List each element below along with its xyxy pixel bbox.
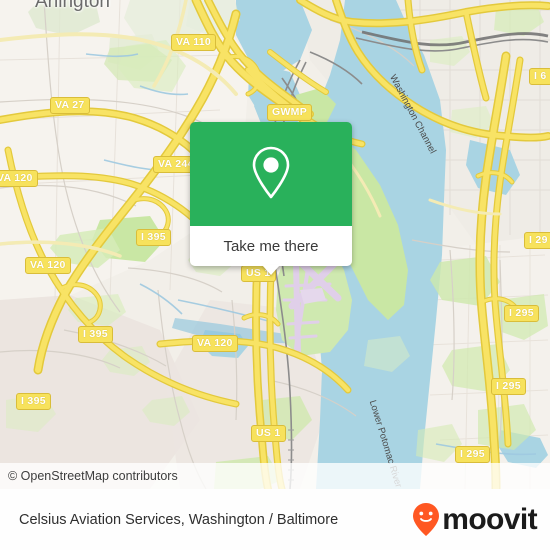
moovit-smile-pin-icon (413, 502, 440, 536)
place-label-arlington: Arlington (35, 0, 110, 12)
road-shield-va-110: VA 110 (171, 34, 217, 51)
road-shield-i-295-s: I 295 (455, 446, 490, 463)
popup-tail (262, 265, 280, 275)
map-canvas[interactable]: Arlington Washington Channel Lower Potom… (0, 0, 550, 489)
road-shield-i-395-c: I 395 (78, 326, 113, 343)
road-shield-va-120-w: VA 120 (25, 257, 71, 274)
road-shield-gwmp: GWMP (267, 104, 313, 121)
moovit-wordmark: moovit (442, 502, 537, 536)
take-me-there-label: Take me there (223, 237, 319, 255)
popup-pin-area (190, 122, 352, 226)
road-shield-va-120-nw: VA 120 (0, 170, 38, 187)
road-shield-i-295-n: I 295 (504, 305, 539, 322)
map-attribution: © OpenStreetMap contributors (0, 463, 550, 489)
map-pin-icon (252, 146, 290, 199)
location-popup-card[interactable]: Take me there (190, 122, 352, 275)
road-shield-us-1-s: US 1 (251, 425, 286, 442)
attribution-text: © OpenStreetMap contributors (8, 469, 178, 483)
location-title: Celsius Aviation Services, Washington / … (19, 511, 339, 528)
moovit-brand: moovit (411, 502, 538, 538)
road-shield-i-29: I 29 (524, 232, 550, 249)
popup-action-bar[interactable]: Take me there (190, 226, 352, 275)
road-shield-i-295-c: I 295 (491, 378, 526, 395)
footer-bar: Celsius Aviation Services, Washington / … (0, 489, 550, 550)
road-shield-va-120-s: VA 120 (192, 335, 238, 352)
road-shield-i-395-n: I 395 (136, 229, 171, 246)
road-shield-i-6: I 6 (529, 68, 550, 85)
road-shield-i-395-s: I 395 (16, 393, 51, 410)
road-shield-va-27: VA 27 (50, 97, 90, 114)
map-screenshot: Arlington Washington Channel Lower Potom… (0, 0, 550, 550)
